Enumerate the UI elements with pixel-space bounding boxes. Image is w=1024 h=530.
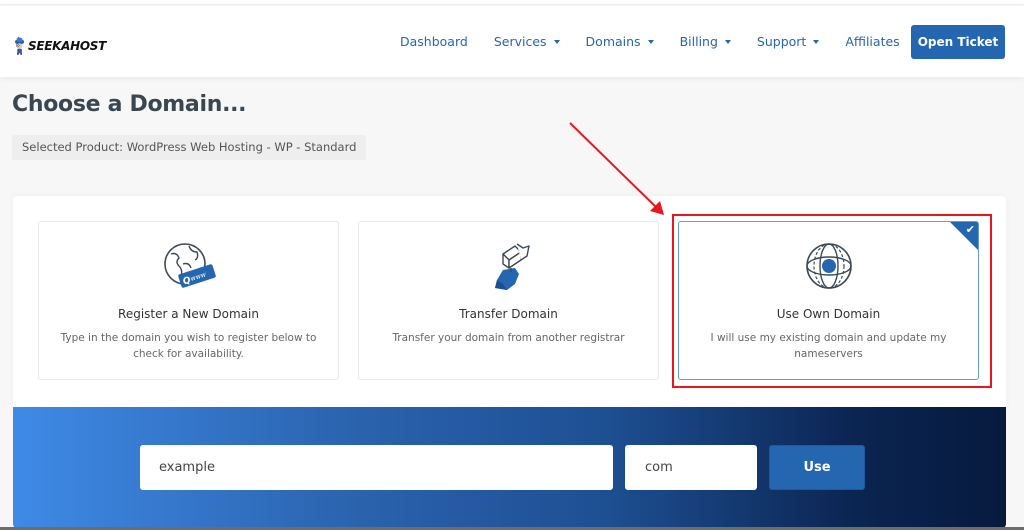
nav-services[interactable]: Services — [494, 34, 560, 49]
checkmark-icon: ✔ — [965, 223, 975, 236]
open-ticket-button[interactable]: Open Ticket — [911, 25, 1005, 59]
caret-down-icon — [813, 39, 820, 44]
nav-dashboard[interactable]: Dashboard — [400, 34, 468, 49]
nav-label: Dashboard — [400, 33, 468, 49]
use-button[interactable]: Use — [769, 445, 865, 490]
globe-target-icon — [805, 243, 852, 289]
nav-label: Services — [493, 33, 547, 49]
option-description: Type in the domain you wish to register … — [60, 332, 317, 360]
nav-label: Affiliates — [845, 33, 900, 49]
nav-billing[interactable]: Billing — [680, 34, 731, 49]
seekahost-logo[interactable]: SEEKAHOST — [14, 26, 106, 66]
globe-www-icon: Q www — [163, 243, 216, 288]
nav-label: Support — [756, 33, 807, 49]
option-use-own-domain[interactable]: Use Own Domain I will use my existing do… — [678, 221, 979, 380]
detective-mascot-icon — [14, 36, 25, 55]
caret-down-icon — [724, 39, 731, 44]
option-transfer-domain[interactable]: Transfer Domain Transfer your domain fro… — [358, 221, 659, 380]
caret-down-icon — [647, 39, 654, 44]
selected-product-label: Selected Product: WordPress Web Hosting … — [12, 135, 367, 160]
option-title: Register a New Domain — [118, 307, 259, 321]
nav-affiliates[interactable]: Affiliates — [845, 34, 899, 49]
caret-down-icon — [553, 39, 560, 44]
nav-label: Billing — [679, 33, 718, 49]
site-header: SEEKAHOST Dashboard Services Domains Bil… — [0, 6, 1024, 77]
main-nav: Dashboard Services Domains Billing Suppo… — [400, 30, 926, 52]
option-register-domain[interactable]: Q www Register a New Domain Type in the … — [38, 221, 339, 380]
top-strip — [0, 0, 1024, 5]
nav-support[interactable]: Support — [756, 33, 820, 49]
nav-domains[interactable]: Domains — [586, 34, 654, 49]
option-description: I will use my existing domain and update… — [710, 332, 947, 360]
nav-label: Domains — [585, 33, 641, 49]
option-title: Use Own Domain — [776, 307, 881, 321]
tld-input[interactable] — [625, 445, 757, 490]
option-description: Transfer your domain from another regist… — [392, 332, 625, 344]
option-title: Transfer Domain — [459, 307, 558, 321]
logo-text: SEEKAHOST — [28, 39, 106, 53]
page-title: Choose a Domain... — [12, 92, 247, 117]
domain-name-input[interactable] — [140, 445, 613, 490]
transfer-icon — [494, 243, 530, 290]
